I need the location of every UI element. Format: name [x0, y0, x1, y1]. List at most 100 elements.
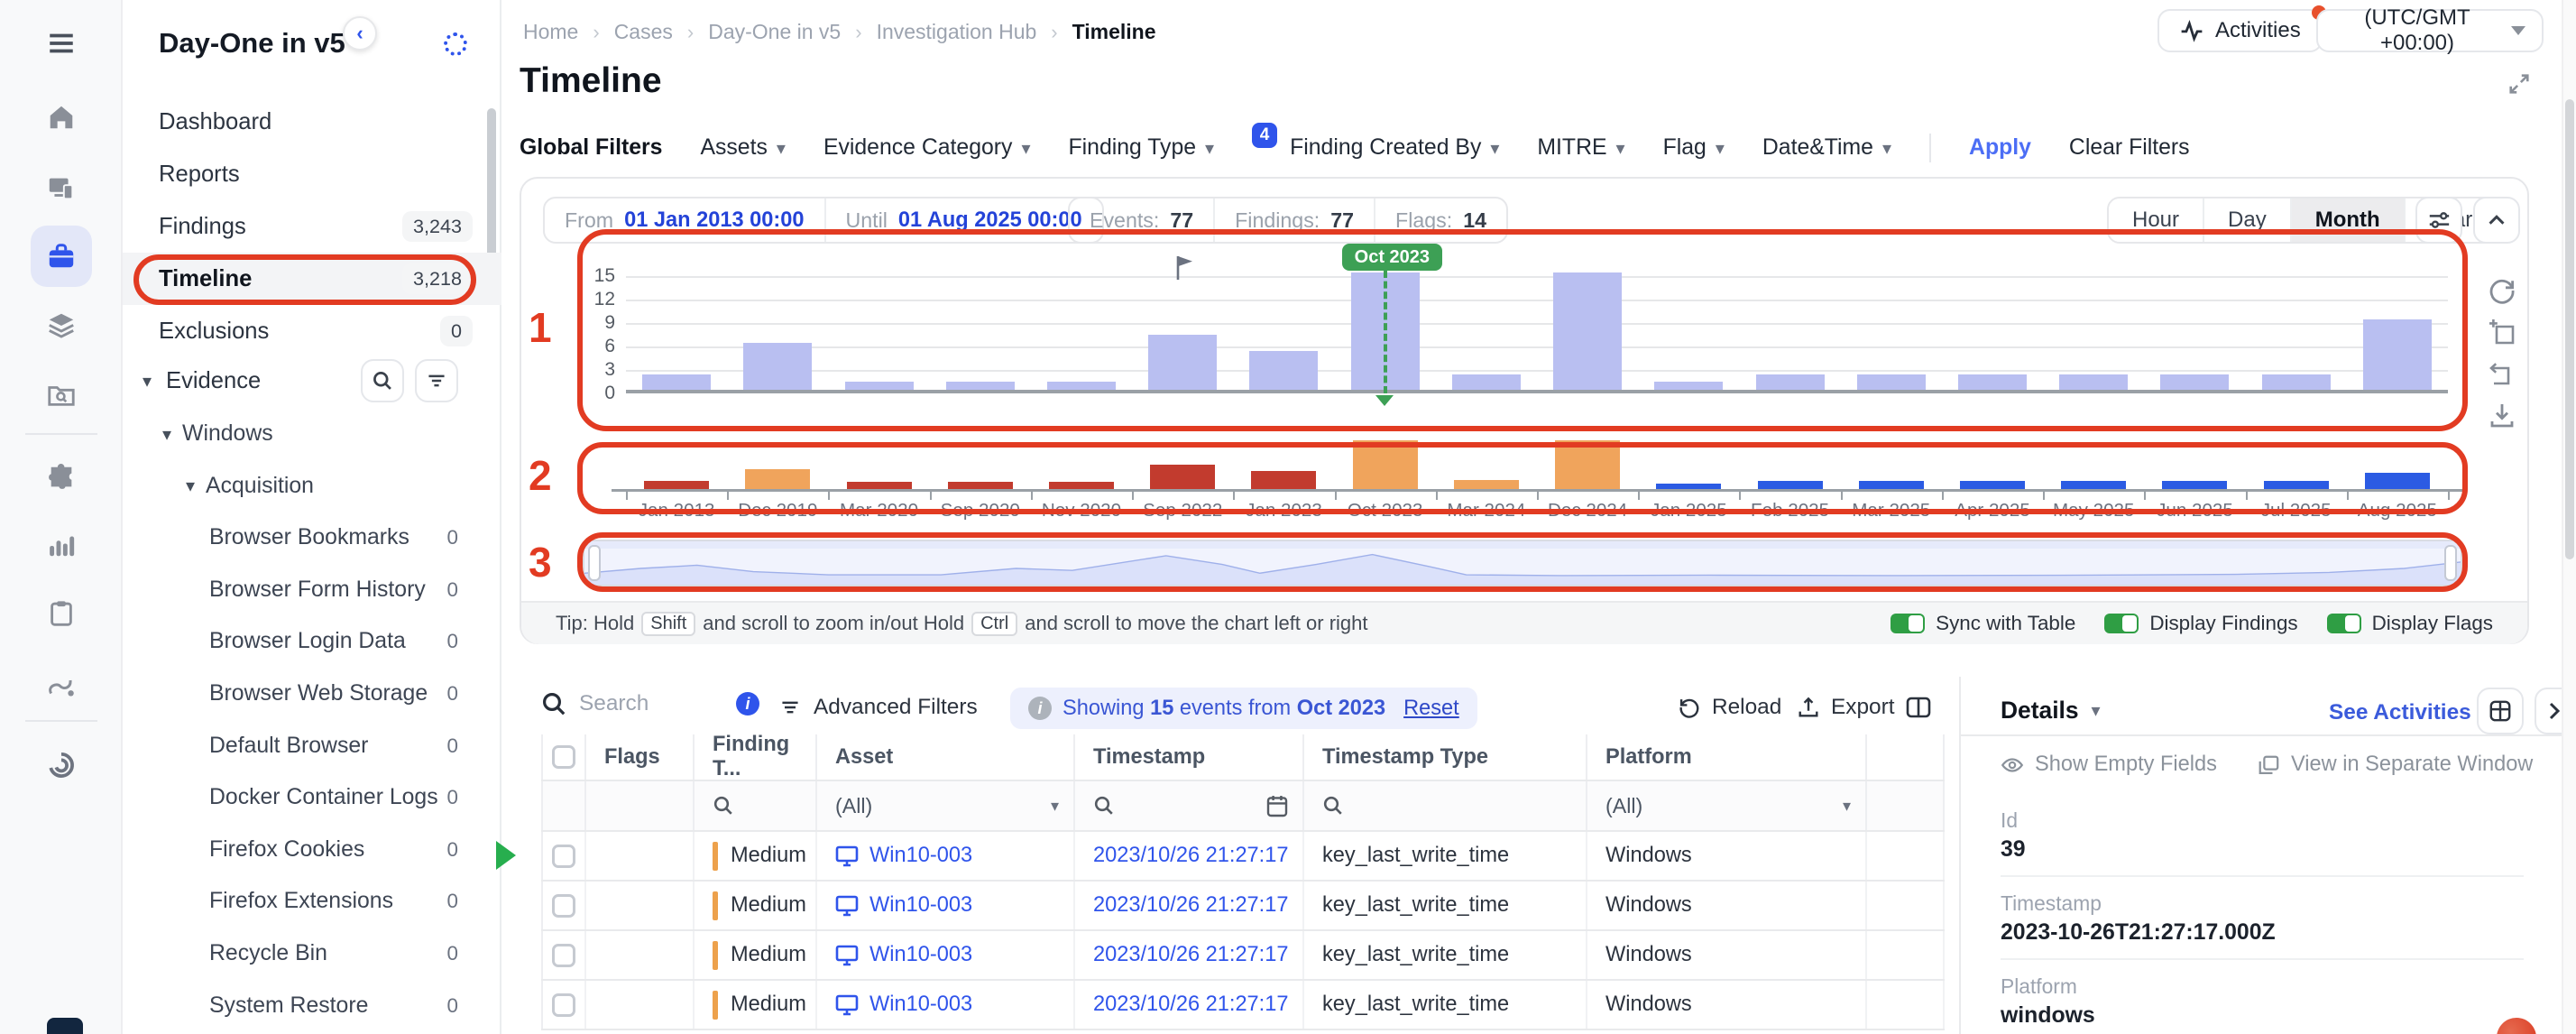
sidebar-item-dashboard[interactable]: Dashboard: [123, 96, 501, 148]
tree-item-default-browser[interactable]: Default Browser0: [123, 720, 501, 772]
asset-link[interactable]: Win10-003: [869, 844, 972, 868]
finding-bar-nov-2020[interactable]: [1049, 482, 1114, 489]
event-bar-mar-2020[interactable]: [845, 382, 914, 390]
tree-item-browser-web-storage[interactable]: Browser Web Storage0: [123, 668, 501, 720]
header-timestamp[interactable]: Timestamp: [1075, 734, 1304, 780]
tree-item-browser-form-history[interactable]: Browser Form History0: [123, 564, 501, 616]
range-until[interactable]: Until01 Aug 2025 00:00: [826, 198, 1102, 242]
sidebar-item-findings[interactable]: Findings3,243: [123, 200, 501, 253]
sidebar-item-exclusions[interactable]: Exclusions0: [123, 305, 501, 357]
breadcrumb-cases[interactable]: Cases: [614, 20, 673, 44]
event-bar-sep-2020[interactable]: [946, 382, 1015, 390]
activities-button[interactable]: Activities: [2157, 9, 2323, 52]
event-bar-jun-2025[interactable]: [2160, 374, 2229, 390]
search-icon[interactable]: [1322, 795, 1344, 817]
sidebar-section-evidence[interactable]: ▾ Evidence: [123, 355, 501, 408]
header-checkbox-cell[interactable]: [541, 734, 586, 780]
rail-item-tasks[interactable]: [31, 583, 92, 644]
tree-item-browser-bookmarks[interactable]: Browser Bookmarks0: [123, 512, 501, 564]
finding-bar-sep-2022[interactable]: [1150, 465, 1215, 489]
event-bar-sep-2022[interactable]: [1148, 335, 1217, 390]
filter-select-all[interactable]: (All): [1605, 794, 1642, 818]
tree-item-firefox-cookies[interactable]: Firefox Cookies0: [123, 824, 501, 876]
event-bar-aug-2025[interactable]: [2363, 319, 2432, 390]
tree-item-recycle-bin[interactable]: Recycle Bin0: [123, 928, 501, 980]
page-scrollbar[interactable]: [2562, 0, 2576, 1034]
event-bar-dec-2019[interactable]: [743, 343, 812, 390]
filter-cell-3[interactable]: (All)▾: [817, 781, 1075, 830]
advanced-filters-button[interactable]: Advanced Filters: [779, 695, 978, 720]
sidebar-item-reports[interactable]: Reports: [123, 148, 501, 200]
event-bar-dec-2024[interactable]: [1553, 272, 1622, 390]
download-icon[interactable]: [2488, 401, 2516, 429]
finding-bar-jan-2013[interactable]: [644, 481, 709, 489]
table-row[interactable]: MediumWin10-0032023/10/26 21:27:17key_la…: [541, 882, 1945, 931]
details-title-dropdown[interactable]: Details▾: [2001, 697, 2101, 725]
finding-bar-mar-2024[interactable]: [1454, 480, 1519, 489]
rail-item-cases-active[interactable]: [31, 226, 92, 287]
event-bar-feb-2025[interactable]: [1756, 374, 1825, 390]
page-scrollbar-thumb[interactable]: [2565, 99, 2574, 559]
event-bar-may-2025[interactable]: [2059, 374, 2128, 390]
undo-zoom-icon[interactable]: [2488, 359, 2516, 388]
header-finding-t-[interactable]: Finding T...: [695, 734, 817, 780]
filter-dropdown-evidence-category[interactable]: Evidence Category▾: [823, 135, 1031, 161]
search-input[interactable]: [579, 691, 723, 716]
header-extra[interactable]: [1867, 734, 1945, 780]
filter-dropdown-date-time[interactable]: Date&Time▾: [1762, 135, 1891, 161]
tree-item-acquisition[interactable]: ▾Acquisition: [123, 460, 501, 512]
breadcrumb-home[interactable]: Home: [523, 20, 578, 44]
tree-item-windows[interactable]: ▾Windows: [123, 408, 501, 460]
search-icon[interactable]: [713, 795, 734, 817]
timestamp-link[interactable]: 2023/10/26 21:27:17: [1093, 844, 1288, 868]
toggle-switch[interactable]: [2104, 614, 2139, 633]
filter-dropdown-assets[interactable]: Assets▾: [700, 135, 785, 161]
table-row[interactable]: MediumWin10-0032023/10/26 21:27:17key_la…: [541, 981, 1945, 1030]
chart-collapse-button[interactable]: [2473, 197, 2520, 244]
toggle-sync-with-table[interactable]: Sync with Table: [1891, 612, 2075, 635]
tree-item-system-restore[interactable]: System Restore0: [123, 980, 501, 1032]
asset-link[interactable]: Win10-003: [869, 992, 972, 1017]
filter-dropdown-finding-created-by[interactable]: 4Finding Created By▾: [1252, 135, 1499, 161]
table-search[interactable]: i: [541, 691, 759, 716]
brush-handle-right[interactable]: [2444, 545, 2457, 581]
table-row[interactable]: MediumWin10-0032023/10/26 21:27:17key_la…: [541, 931, 1945, 981]
finding-bar-dec-2024[interactable]: [1555, 440, 1620, 489]
filter-select-all[interactable]: (All): [835, 794, 872, 818]
chart-refresh-icon[interactable]: [2488, 276, 2516, 305]
event-bar-jul-2025[interactable]: [2262, 374, 2331, 390]
rail-item-integrations[interactable]: [31, 446, 92, 507]
finding-bar-feb-2025[interactable]: [1758, 481, 1823, 489]
rail-item-reports[interactable]: [31, 514, 92, 576]
timezone-select[interactable]: (UTC/GMT +00:00): [2316, 9, 2544, 52]
timestamp-link[interactable]: 2023/10/26 21:27:17: [1093, 992, 1288, 1017]
rail-item-flows[interactable]: [31, 655, 92, 716]
event-bar-nov-2020[interactable]: [1047, 382, 1116, 390]
columns-button[interactable]: [1905, 695, 1932, 720]
tree-item-docker-container-logs[interactable]: Docker Container Logs0: [123, 771, 501, 824]
evidence-search-button[interactable]: [361, 359, 404, 402]
view-separate-window-button[interactable]: View in Separate Window: [2257, 752, 2533, 777]
toggle-switch[interactable]: [1891, 614, 1925, 633]
header-timestamp-type[interactable]: Timestamp Type: [1304, 734, 1587, 780]
rail-item-evidence[interactable]: [31, 294, 92, 355]
tree-item-firefox-extensions[interactable]: Firefox Extensions0: [123, 875, 501, 928]
date-range-group[interactable]: From01 Jan 2013 00:00 Until01 Aug 2025 0…: [543, 197, 1104, 244]
event-bar-jan-2023[interactable]: [1249, 351, 1318, 390]
clear-filters-button[interactable]: Clear Filters: [2069, 135, 2190, 161]
select-all-checkbox[interactable]: [552, 745, 575, 769]
granularity-day[interactable]: Day: [2204, 198, 2292, 242]
sidebar-item-timeline[interactable]: Timeline3,218: [123, 253, 501, 305]
event-bar-jan-2025[interactable]: [1654, 382, 1723, 390]
show-empty-fields-button[interactable]: Show Empty Fields: [2001, 752, 2217, 777]
chart-settings-button[interactable]: [2415, 197, 2462, 244]
reload-button[interactable]: Reload: [1678, 695, 1781, 720]
tree-item-browser-login-data[interactable]: Browser Login Data0: [123, 615, 501, 668]
expand-icon[interactable]: [2507, 72, 2531, 96]
export-button[interactable]: Export: [1797, 695, 1895, 720]
rail-item-hub[interactable]: [31, 734, 92, 796]
finding-bar-mar-2025[interactable]: [1859, 481, 1924, 489]
range-from[interactable]: From01 Jan 2013 00:00: [545, 198, 826, 242]
finding-bar-jul-2025[interactable]: [2264, 481, 2329, 489]
finding-bar-aug-2025[interactable]: [2365, 473, 2430, 489]
